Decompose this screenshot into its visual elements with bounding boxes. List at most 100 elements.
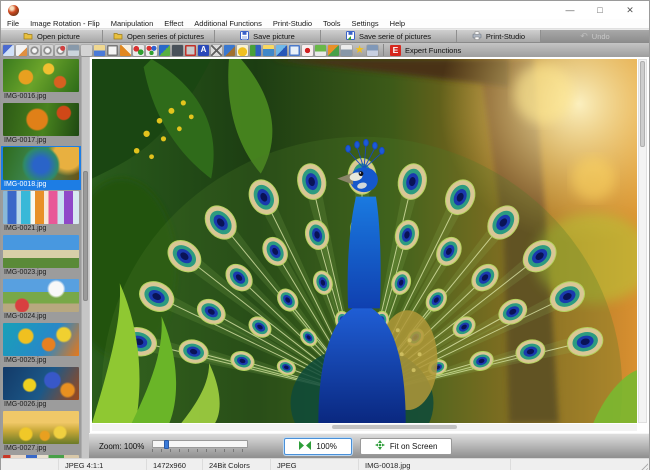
thumbnail-image[interactable] xyxy=(3,191,79,224)
status-bar: JPEG 4:1:1 1472x960 24Bit Colors JPEG IM… xyxy=(1,458,649,470)
thumbnail-item[interactable]: IMG-0023.jpg xyxy=(1,234,81,278)
status-color-depth: 24Bit Colors xyxy=(203,459,271,470)
save-series-label: Save serie of pictures xyxy=(358,31,432,41)
thumbnail-item-selected[interactable]: IMG-0018.jpg xyxy=(1,146,81,190)
red-eye-icon[interactable] xyxy=(302,44,313,56)
color-adjust-icon[interactable] xyxy=(133,44,144,56)
zoom-slider-track[interactable] xyxy=(152,440,249,449)
sharpen-icon[interactable] xyxy=(120,44,131,56)
maximize-icon[interactable]: □ xyxy=(585,1,615,19)
thumbnail-image[interactable] xyxy=(3,279,79,312)
crop-icon[interactable] xyxy=(107,44,118,56)
print-studio-button[interactable]: Print-Studio xyxy=(457,30,541,42)
menu-effect[interactable]: Effect xyxy=(164,19,183,28)
zoom-bar: Zoom: 100% 100% Fit on Screen xyxy=(89,433,649,458)
fit-on-screen-button[interactable]: Fit on Screen xyxy=(359,437,453,455)
resize-icon[interactable] xyxy=(94,44,105,56)
horizontal-scrollbar-thumb[interactable] xyxy=(331,425,458,429)
rotate-cw-icon[interactable] xyxy=(42,44,53,56)
thumbnail-image[interactable] xyxy=(3,411,79,444)
thumbnail-item[interactable]: IMG-0016.jpg xyxy=(1,58,81,102)
save-picture-button[interactable]: Save picture xyxy=(215,30,321,42)
save-series-button[interactable]: Save serie of pictures xyxy=(321,30,457,42)
menu-file[interactable]: File xyxy=(7,19,19,28)
image-viewer xyxy=(89,57,649,433)
sidebar-scrollbar-thumb[interactable] xyxy=(83,171,88,301)
content-area: IMG-0016.jpg IMG-0017.jpg IMG-0018.jpg I… xyxy=(1,57,649,458)
horizontal-scrollbar[interactable] xyxy=(92,424,637,431)
window-icon[interactable] xyxy=(289,44,300,56)
thumbnail-filename: IMG-0027.jpg xyxy=(4,445,47,452)
collage-icon[interactable] xyxy=(250,44,261,56)
rgb-adjust-icon[interactable] xyxy=(146,44,157,56)
brightness-icon[interactable] xyxy=(159,44,170,56)
histogram-icon[interactable] xyxy=(315,44,326,56)
menu-help[interactable]: Help xyxy=(390,19,405,28)
expert-functions-button[interactable]: E Expert Functions xyxy=(390,44,461,56)
status-blank-segment xyxy=(1,459,59,470)
clone-icon[interactable] xyxy=(224,44,235,56)
thumbnail-image[interactable] xyxy=(3,59,79,92)
thumbnail-filename: IMG-0017.jpg xyxy=(4,137,47,144)
icon-toolbar: E Expert Functions xyxy=(1,42,649,57)
thumbnail-filename: IMG-0025.jpg xyxy=(4,357,47,364)
menu-additional-functions[interactable]: Additional Functions xyxy=(194,19,262,28)
thumbnail-item[interactable]: IMG-0027.jpg xyxy=(1,410,81,454)
undo-button[interactable]: ↶ Undo xyxy=(541,30,649,42)
zoom-100-button[interactable]: 100% xyxy=(284,437,352,455)
zoom-actual-size-icon xyxy=(299,440,312,452)
zoom-slider[interactable] xyxy=(152,440,249,452)
thumbnail-item[interactable]: IMG-0026.jpg xyxy=(1,366,81,410)
sunlight-icon[interactable] xyxy=(263,44,274,56)
lighten-icon[interactable] xyxy=(237,44,248,56)
thumbnail-image[interactable] xyxy=(3,367,79,400)
minimize-icon[interactable]: — xyxy=(555,1,585,19)
open-picture-button[interactable]: Open picture xyxy=(1,30,103,42)
open-series-button[interactable]: Open series of pictures xyxy=(103,30,215,42)
fit-on-screen-label: Fit on Screen xyxy=(389,441,438,451)
peacock-photo xyxy=(92,59,637,423)
thumbnail-item[interactable]: IMG-0025.jpg xyxy=(1,322,81,366)
thumbnail-item[interactable]: IMG-0017.jpg xyxy=(1,102,81,146)
menu-settings[interactable]: Settings xyxy=(352,19,379,28)
rotate-image-icon[interactable] xyxy=(276,44,287,56)
thumbnail-item[interactable]: IMG-0024.jpg xyxy=(1,278,81,322)
thumbnail-image[interactable] xyxy=(3,235,79,268)
zoom-label: Zoom: 100% xyxy=(99,441,145,451)
rotate-ccw-icon[interactable] xyxy=(29,44,40,56)
cut-icon[interactable] xyxy=(211,44,222,56)
image-canvas[interactable] xyxy=(92,59,637,423)
thumbnail-filename: IMG-0023.jpg xyxy=(4,269,47,276)
flip-vertical-icon[interactable] xyxy=(68,44,79,56)
rotate-left-page-icon[interactable] xyxy=(3,44,14,56)
main-toolbar: Open picture Open series of pictures Sav… xyxy=(1,29,649,42)
contrast-icon[interactable] xyxy=(172,44,183,56)
sidebar-scrollbar[interactable] xyxy=(81,57,89,458)
thumbnail-image[interactable] xyxy=(3,103,79,136)
close-icon[interactable]: ✕ xyxy=(615,1,645,19)
color-temp-icon[interactable] xyxy=(328,44,339,56)
thumbnail-item[interactable]: IMG-0021.jpg xyxy=(1,190,81,234)
thumbnail-image[interactable] xyxy=(3,147,79,180)
frame-red-icon[interactable] xyxy=(185,44,196,56)
zoom-100-label: 100% xyxy=(316,441,337,451)
rotate-180-icon[interactable] xyxy=(55,44,66,56)
menu-print-studio[interactable]: Print-Studio xyxy=(273,19,312,28)
favorites-icon[interactable] xyxy=(354,45,365,56)
vertical-scrollbar-thumb[interactable] xyxy=(640,61,645,147)
thumbnail-image[interactable] xyxy=(3,323,79,356)
flip-horizontal-icon[interactable] xyxy=(81,44,92,56)
vertical-scrollbar[interactable] xyxy=(638,59,647,423)
open-folder-series-icon xyxy=(113,31,123,42)
zoom-slider-thumb[interactable] xyxy=(163,440,169,449)
menu-image-rotation-flip[interactable]: Image Rotation - Flip xyxy=(30,19,100,28)
save-floppy-icon xyxy=(240,30,250,42)
open-series-label: Open series of pictures xyxy=(126,31,205,41)
menu-tools[interactable]: Tools xyxy=(323,19,341,28)
rotate-right-page-icon[interactable] xyxy=(16,44,27,56)
menu-manipulation[interactable]: Manipulation xyxy=(111,19,154,28)
text-icon[interactable] xyxy=(198,44,209,56)
camera-icon[interactable] xyxy=(341,44,352,56)
thumbnail-filename: IMG-0016.jpg xyxy=(4,93,47,100)
sound-icon[interactable] xyxy=(367,44,378,56)
